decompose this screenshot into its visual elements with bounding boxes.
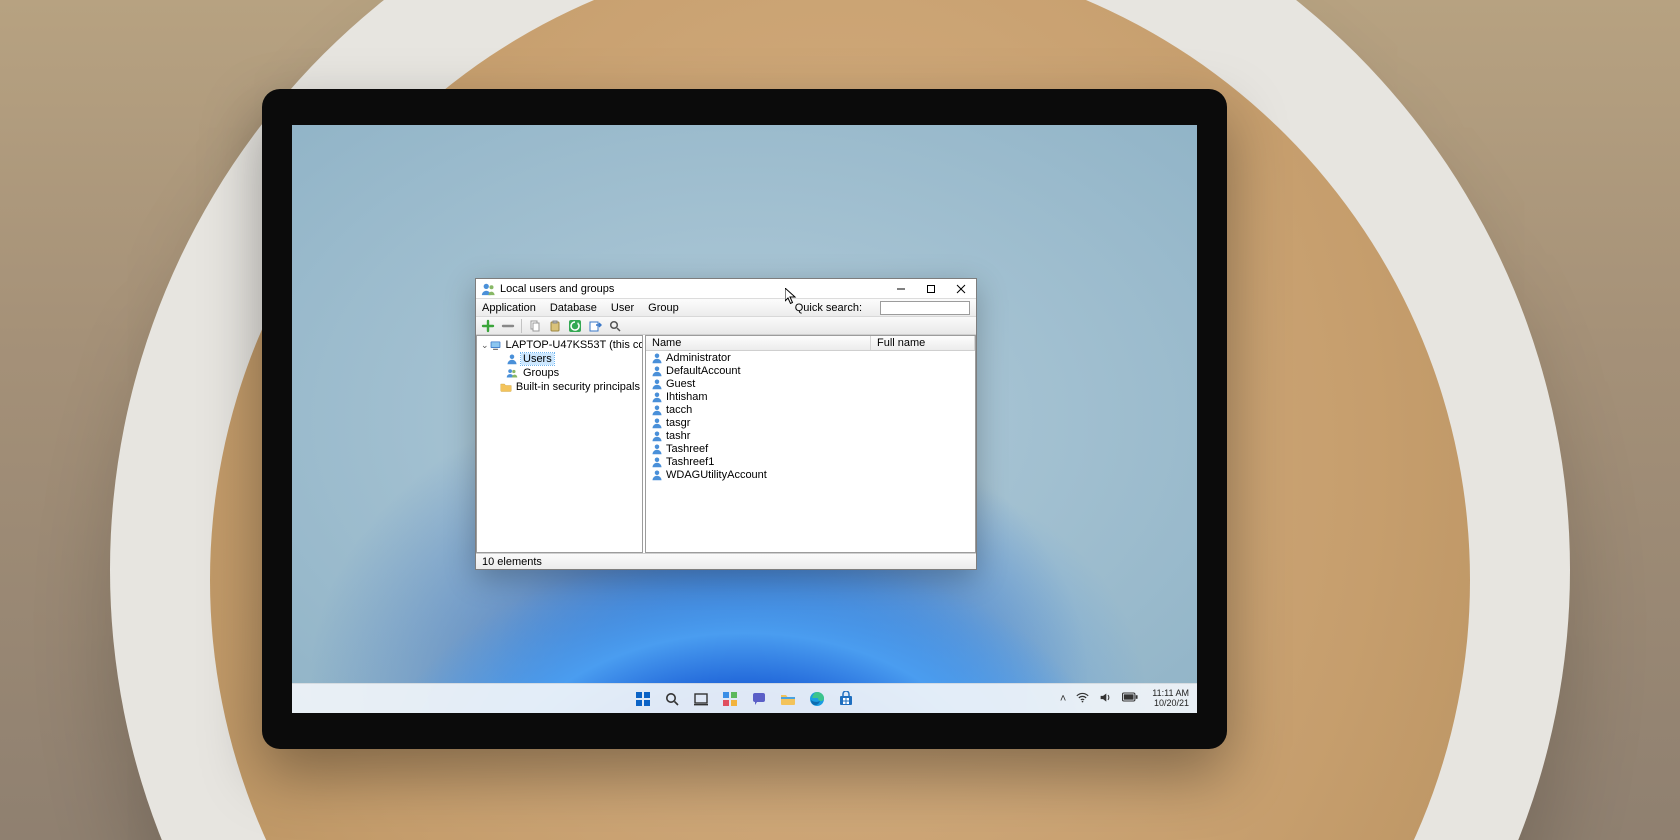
list-row[interactable]: DefaultAccount: [646, 364, 975, 377]
quick-search-label: Quick search:: [795, 302, 862, 314]
toolbar-separator: [521, 319, 522, 333]
taskbar-center: [635, 690, 855, 707]
menubar: Application Database User Group Quick se…: [476, 299, 976, 317]
chat-icon[interactable]: [751, 690, 768, 707]
tree-root[interactable]: ⌄ LAPTOP-U47KS53T (this computer): [477, 338, 642, 352]
user-icon: [650, 377, 664, 390]
tree-groups-label: Groups: [521, 367, 561, 379]
user-name: tacch: [666, 404, 874, 416]
list-pane[interactable]: Name Full name AdministratorDefaultAccou…: [645, 335, 976, 553]
search-button[interactable]: [607, 318, 623, 334]
copy-button[interactable]: [527, 318, 543, 334]
paste-button[interactable]: [547, 318, 563, 334]
tree-node-users[interactable]: Users: [477, 352, 642, 366]
tray-chevron-up-icon[interactable]: ˄: [1060, 693, 1066, 705]
list-row[interactable]: Administrator: [646, 351, 975, 364]
user-icon: [650, 442, 664, 455]
list-row[interactable]: tasgr: [646, 416, 975, 429]
list-row[interactable]: Tashreef1: [646, 455, 975, 468]
menu-application[interactable]: Application: [482, 302, 536, 314]
user-name: tasgr: [666, 417, 874, 429]
menu-user[interactable]: User: [611, 302, 634, 314]
screen: Local users and groups Application Datab…: [292, 125, 1197, 713]
user-icon: [650, 468, 664, 481]
user-name: Ihtisham: [666, 391, 874, 403]
widgets-icon[interactable]: [722, 690, 739, 707]
user-name: WDAGUtilityAccount: [666, 469, 874, 481]
taskbar[interactable]: ˄ 11:11 AM 10/20/21: [292, 683, 1197, 713]
maximize-button[interactable]: [916, 279, 946, 299]
user-icon: [650, 429, 664, 442]
app-window: Local users and groups Application Datab…: [475, 278, 977, 570]
group-icon: [505, 366, 519, 380]
list-row[interactable]: WDAGUtilityAccount: [646, 468, 975, 481]
user-name: tashr: [666, 430, 874, 442]
window-title: Local users and groups: [500, 283, 886, 295]
user-name: Tashreef: [666, 443, 874, 455]
app-icon: [480, 281, 496, 297]
store-icon[interactable]: [838, 690, 855, 707]
user-name: Administrator: [666, 352, 874, 364]
tablet-frame: Local users and groups Application Datab…: [262, 89, 1227, 749]
toolbar: [476, 317, 976, 335]
task-view-icon[interactable]: [693, 690, 710, 707]
user-name: Tashreef1: [666, 456, 874, 468]
tree-pane[interactable]: ⌄ LAPTOP-U47KS53T (this computer) Users: [476, 335, 643, 553]
list-row[interactable]: Tashreef: [646, 442, 975, 455]
user-icon: [650, 364, 664, 377]
titlebar[interactable]: Local users and groups: [476, 279, 976, 299]
status-text: 10 elements: [482, 556, 542, 568]
user-icon: [505, 352, 519, 366]
add-button[interactable]: [480, 318, 496, 334]
menu-database[interactable]: Database: [550, 302, 597, 314]
computer-icon: [489, 338, 502, 352]
close-button[interactable]: [946, 279, 976, 299]
statusbar: 10 elements: [476, 553, 976, 569]
taskbar-right: ˄ 11:11 AM 10/20/21: [1060, 684, 1189, 713]
list-body[interactable]: AdministratorDefaultAccountGuestIhtisham…: [646, 351, 975, 552]
battery-icon[interactable]: [1122, 692, 1138, 705]
user-icon: [650, 403, 664, 416]
folder-icon: [500, 380, 512, 394]
wifi-icon[interactable]: [1076, 691, 1089, 707]
edge-icon[interactable]: [809, 690, 826, 707]
minimize-button[interactable]: [886, 279, 916, 299]
export-button[interactable]: [587, 318, 603, 334]
user-icon: [650, 351, 664, 364]
start-button[interactable]: [635, 690, 652, 707]
user-icon: [650, 455, 664, 468]
column-fullname[interactable]: Full name: [871, 336, 975, 350]
file-explorer-icon[interactable]: [780, 690, 797, 707]
user-icon: [650, 416, 664, 429]
user-icon: [650, 390, 664, 403]
search-icon[interactable]: [664, 690, 681, 707]
menu-group[interactable]: Group: [648, 302, 679, 314]
tree-users-label: Users: [521, 353, 554, 365]
remove-button[interactable]: [500, 318, 516, 334]
tree-node-groups[interactable]: Groups: [477, 366, 642, 380]
taskbar-clock[interactable]: 11:11 AM 10/20/21: [1152, 689, 1189, 708]
list-header: Name Full name: [646, 336, 975, 351]
user-name: DefaultAccount: [666, 365, 874, 377]
list-row[interactable]: Guest: [646, 377, 975, 390]
tree-node-builtin[interactable]: Built-in security principals: [477, 380, 642, 394]
column-name[interactable]: Name: [646, 336, 871, 350]
content-area: ⌄ LAPTOP-U47KS53T (this computer) Users: [476, 335, 976, 553]
list-row[interactable]: tacch: [646, 403, 975, 416]
user-name: Guest: [666, 378, 874, 390]
tree-root-label: LAPTOP-U47KS53T (this computer): [504, 339, 643, 351]
volume-icon[interactable]: [1099, 691, 1112, 707]
refresh-button[interactable]: [567, 318, 583, 334]
quick-search-input[interactable]: [880, 301, 970, 315]
tree-builtin-label: Built-in security principals: [514, 381, 642, 393]
clock-date: 10/20/21: [1154, 699, 1189, 708]
chevron-down-icon[interactable]: ⌄: [481, 340, 489, 351]
list-row[interactable]: tashr: [646, 429, 975, 442]
list-row[interactable]: Ihtisham: [646, 390, 975, 403]
